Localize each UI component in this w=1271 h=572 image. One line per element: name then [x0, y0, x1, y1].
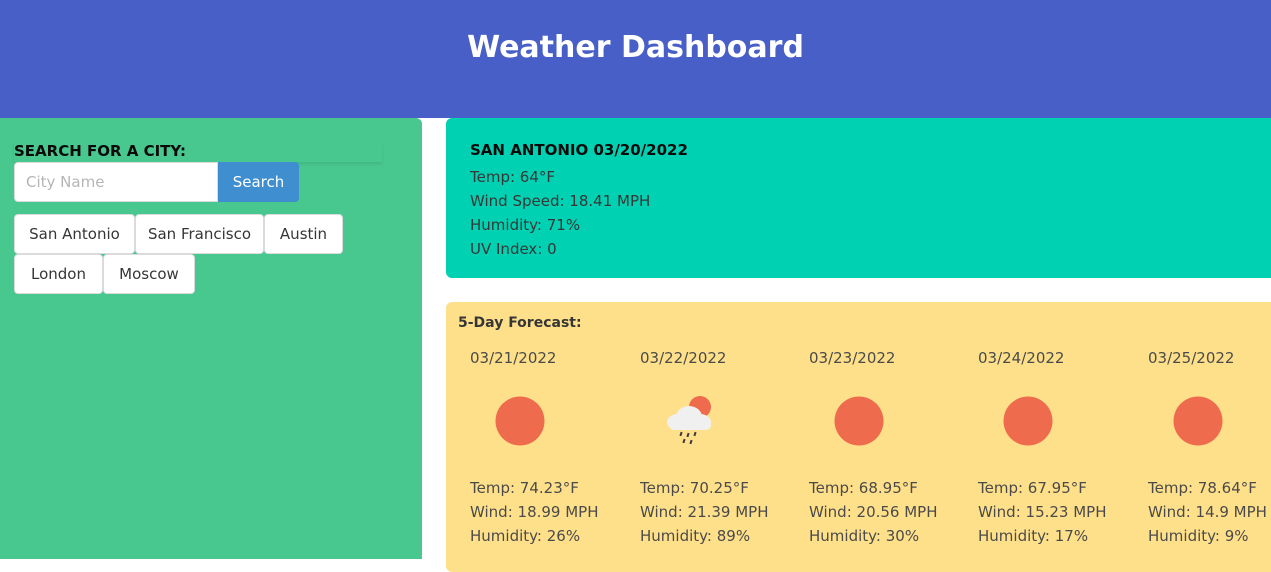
forecast-humidity: Humidity: 17% [978, 527, 1089, 545]
forecast-humidity: Humidity: 9% [1148, 527, 1249, 545]
forecast-day: 03/23/2022 Temp: 68.95°F Wind: 20.56 MPH… [809, 302, 969, 572]
forecast-temp: Temp: 74.23°F [470, 479, 579, 497]
forecast-wind: Wind: 20.56 MPH [809, 503, 938, 521]
page-title: Weather Dashboard [467, 29, 804, 65]
forecast-wind: Wind: 15.23 MPH [978, 503, 1107, 521]
forecast-date: 03/23/2022 [809, 349, 896, 367]
current-humidity: Humidity: 71% [470, 216, 581, 234]
sun-icon [1001, 394, 1055, 448]
forecast-day: 03/22/2022 Temp: 70.25°F Wind: 21.39 MPH… [640, 302, 800, 572]
forecast-date: 03/21/2022 [470, 349, 557, 367]
forecast-humidity: Humidity: 30% [809, 527, 920, 545]
forecast-day: 03/24/2022 Temp: 67.95°F Wind: 15.23 MPH… [978, 302, 1138, 572]
forecast-date: 03/25/2022 [1148, 349, 1235, 367]
forecast-temp: Temp: 78.64°F [1148, 479, 1257, 497]
page-header: Weather Dashboard [0, 0, 1271, 118]
current-weather-card: SAN ANTONIO 03/20/2022 Temp: 64°F Wind S… [446, 118, 1271, 278]
search-label: SEARCH FOR A CITY: [14, 142, 382, 162]
forecast-temp: Temp: 70.25°F [640, 479, 749, 497]
history-city-button[interactable]: London [14, 254, 103, 294]
forecast-wind: Wind: 14.9 MPH [1148, 503, 1267, 521]
rain-cloud-sun-icon [663, 394, 717, 448]
sun-icon [832, 394, 886, 448]
city-search-input[interactable] [14, 162, 218, 202]
search-sidebar: SEARCH FOR A CITY: Search San Antonio Sa… [0, 118, 422, 559]
current-city-date: SAN ANTONIO 03/20/2022 [470, 141, 688, 159]
forecast-date: 03/22/2022 [640, 349, 727, 367]
forecast-date: 03/24/2022 [978, 349, 1065, 367]
forecast-wind: Wind: 18.99 MPH [470, 503, 599, 521]
forecast-humidity: Humidity: 26% [470, 527, 581, 545]
sun-icon [1171, 394, 1225, 448]
forecast-temp: Temp: 67.95°F [978, 479, 1087, 497]
history-city-button[interactable]: San Francisco [135, 214, 264, 254]
five-day-forecast-card: 5-Day Forecast: 03/21/2022 Temp: 74.23°F… [446, 302, 1271, 572]
sun-icon [493, 394, 547, 448]
forecast-day: 03/21/2022 Temp: 74.23°F Wind: 18.99 MPH… [470, 302, 630, 572]
current-uv-index: UV Index: 0 [470, 240, 557, 258]
forecast-day: 03/25/2022 Temp: 78.64°F Wind: 14.9 MPH … [1148, 302, 1271, 572]
history-city-button[interactable]: Austin [264, 214, 343, 254]
search-button[interactable]: Search [218, 162, 299, 202]
history-city-button[interactable]: San Antonio [14, 214, 135, 254]
history-city-button[interactable]: Moscow [103, 254, 195, 294]
forecast-humidity: Humidity: 89% [640, 527, 751, 545]
forecast-wind: Wind: 21.39 MPH [640, 503, 769, 521]
current-wind: Wind Speed: 18.41 MPH [470, 192, 651, 210]
current-temp: Temp: 64°F [470, 168, 556, 186]
forecast-temp: Temp: 68.95°F [809, 479, 918, 497]
